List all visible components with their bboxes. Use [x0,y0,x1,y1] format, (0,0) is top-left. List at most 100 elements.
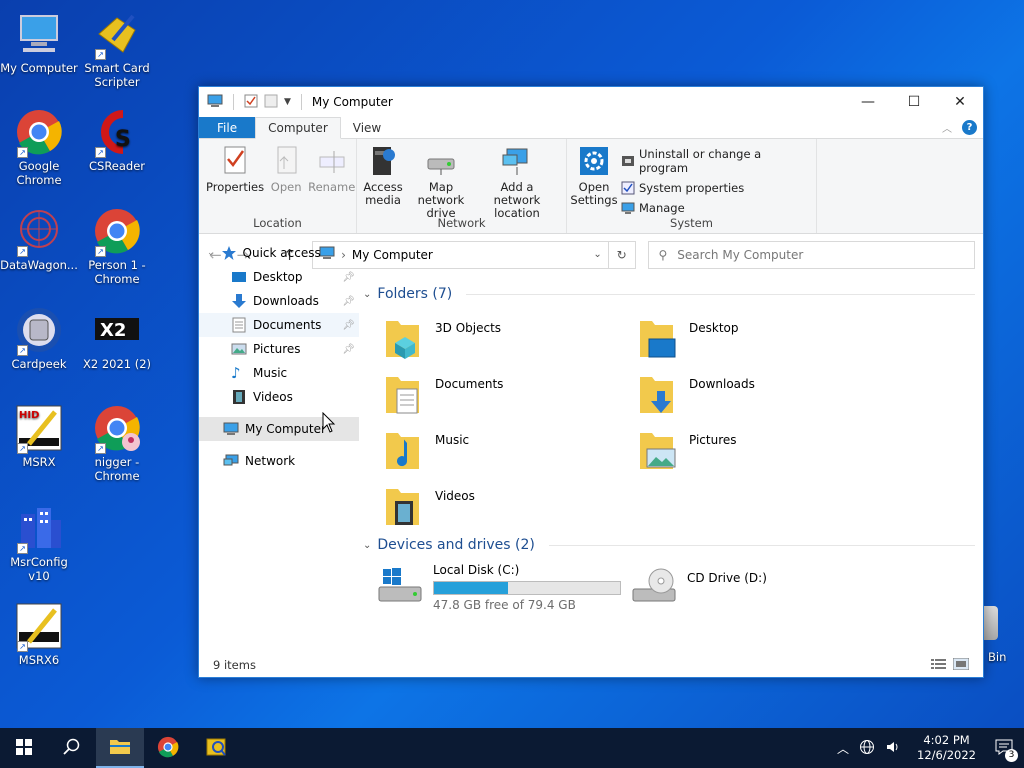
music-note-icon: ♪ [231,364,241,382]
folder-music[interactable]: Music [383,427,633,477]
drive-usage-bar [433,581,621,595]
maximize-button[interactable]: ☐ [891,87,937,117]
collapse-chevron-icon[interactable]: ⌄ [363,540,371,551]
pin-icon[interactable]: 📌︎ [342,296,355,307]
volume-icon[interactable] [885,739,901,758]
desktop-icon-person1-chrome[interactable]: ↗ Person 1 - Chrome [78,207,156,286]
quick-access-toolbar: ▼ [207,94,306,111]
desktop-icon-my-computer[interactable]: My Computer [0,10,78,75]
pin-icon[interactable]: 📌︎ [342,320,355,331]
desktop-icon-label: CSReader [88,159,146,173]
ribbon-group-network: Access media Map network drive Add a net… [357,139,567,233]
open-icon [270,143,302,179]
desktop-icon-datawagon[interactable]: ↗ DataWagon... [0,207,78,272]
desktop-icon-x2-2021[interactable]: X2 X2 2021 (2) [78,306,156,371]
pin-icon[interactable]: 📌︎ [342,344,355,355]
folder-name: Pictures [689,433,737,447]
tab-view[interactable]: View [341,117,393,138]
nav-documents[interactable]: Documents 📌︎ [199,313,359,337]
nav-quick-access[interactable]: ⌄ Quick access [199,241,359,265]
collapse-chevron-icon[interactable]: ⌄ [363,289,371,300]
nav-videos[interactable]: Videos [199,385,359,409]
drive-d[interactable]: CD Drive (D:) [631,563,767,612]
desktop-icon-smart-card-scripter[interactable]: ↗ Smart Card Scripter [78,10,156,89]
collapse-chevron-icon[interactable]: ⌄ [207,248,215,258]
desktop-icon-label: My Computer [0,61,78,75]
network-icon [223,453,239,469]
nav-desktop[interactable]: Desktop 📌︎ [199,265,359,289]
ribbon-group-location: Properties Open Rename Location [199,139,357,233]
nav-downloads[interactable]: Downloads 📌︎ [199,289,359,313]
desktop-icon-cardpeek[interactable]: ↗ Cardpeek [0,306,78,371]
x2-icon: X2 [93,306,141,354]
desktop-icon-nigger-chrome[interactable]: ↗ nigger - Chrome [78,404,156,483]
pictures-folder-icon [637,427,677,473]
nav-label: Music [253,366,288,380]
taskbar-file-explorer[interactable] [96,728,144,768]
taskbar-smart-card-app[interactable] [192,728,240,768]
nav-music[interactable]: ♪ Music [199,361,359,385]
desktop-icon-google-chrome[interactable]: ↗ Google Chrome [0,108,78,187]
nav-pictures[interactable]: Pictures 📌︎ [199,337,359,361]
show-hidden-icons-chevron-icon[interactable]: ︿ [837,740,849,757]
manage-button[interactable]: Manage [621,201,812,215]
group-label-network: Network [437,216,486,230]
customize-dropdown-icon[interactable]: ▼ [284,97,291,107]
system-properties-button[interactable]: System properties [621,181,812,195]
folder-documents[interactable]: Documents [383,371,633,421]
3d-objects-folder-icon [383,315,423,361]
collapse-ribbon-icon[interactable]: ︿ [942,120,952,135]
taskbar-chrome[interactable] [144,728,192,768]
folders-group-header[interactable]: ⌄ Folders (7) [363,283,975,305]
uninstall-program-button[interactable]: Uninstall or change a program [621,147,812,175]
minimize-button[interactable]: — [845,87,891,117]
tab-file[interactable]: File [199,117,256,138]
search-button[interactable] [48,728,96,768]
item-count: 9 items [213,658,256,672]
folder-desktop[interactable]: Desktop [637,315,887,365]
pin-icon[interactable]: 📌︎ [342,272,355,283]
title-bar[interactable]: ▼ My Computer — ☐ ✕ [199,87,983,117]
nav-label: Downloads [253,294,319,308]
navigation-pane: ⌄ Quick access Desktop 📌︎ Downloads 📌︎ D… [199,239,359,649]
action-center-button[interactable]: 3 [992,736,1018,762]
msrx6-icon: ↗ [15,602,63,652]
details-view-icon[interactable] [931,658,947,673]
network-globe-icon[interactable] [859,739,875,758]
folder-3d-objects[interactable]: 3D Objects [383,315,633,365]
help-icon[interactable]: ? [962,120,977,135]
nav-label: Desktop [253,270,303,284]
desktop-icon-msrx6[interactable]: ↗ MSRX6 [0,602,78,667]
status-bar: 9 items [199,653,983,677]
start-button[interactable] [0,728,48,768]
drive-name: Local Disk (C:) [433,563,520,577]
desktop-icon-msrconfig[interactable]: ↗ MsrConfig v10 [0,504,78,583]
tab-computer[interactable]: Computer [255,117,341,139]
documents-folder-icon [383,371,423,417]
network-location-icon [501,143,533,179]
devices-group-header[interactable]: ⌄ Devices and drives (2) [363,534,975,556]
drive-c[interactable]: Local Disk (C:) 47.8 GB free of 79.4 GB [377,563,621,612]
properties-quick-icon[interactable] [244,94,258,111]
msrx-icon: HID ↗ [15,404,63,454]
datawagon-icon: ↗ [15,207,63,257]
recycle-bin-partial[interactable]: Bin [984,606,1024,670]
local-disk-icon [377,563,423,612]
add-network-location-label: Add a network location [493,180,541,220]
system-properties-icon [621,181,635,195]
desktop-icon-csreader[interactable]: S ↗ CSReader [78,108,156,173]
folder-videos[interactable]: Videos [383,483,633,533]
clock[interactable]: 4:02 PM 12/6/2022 [911,733,982,763]
download-arrow-icon [231,293,247,309]
folder-pictures[interactable]: Pictures [637,427,887,477]
large-icons-view-icon[interactable] [952,657,970,673]
access-media-label: Access media [363,180,403,207]
nav-network[interactable]: Network [199,449,359,473]
folder-downloads[interactable]: Downloads [637,371,887,421]
new-folder-quick-icon[interactable] [264,94,278,111]
manage-icon [621,201,635,215]
desktop-icon-msrx[interactable]: HID ↗ MSRX [0,404,78,469]
close-button[interactable]: ✕ [937,87,983,117]
drive-usage-fill [434,582,509,594]
computer-icon [223,421,239,437]
